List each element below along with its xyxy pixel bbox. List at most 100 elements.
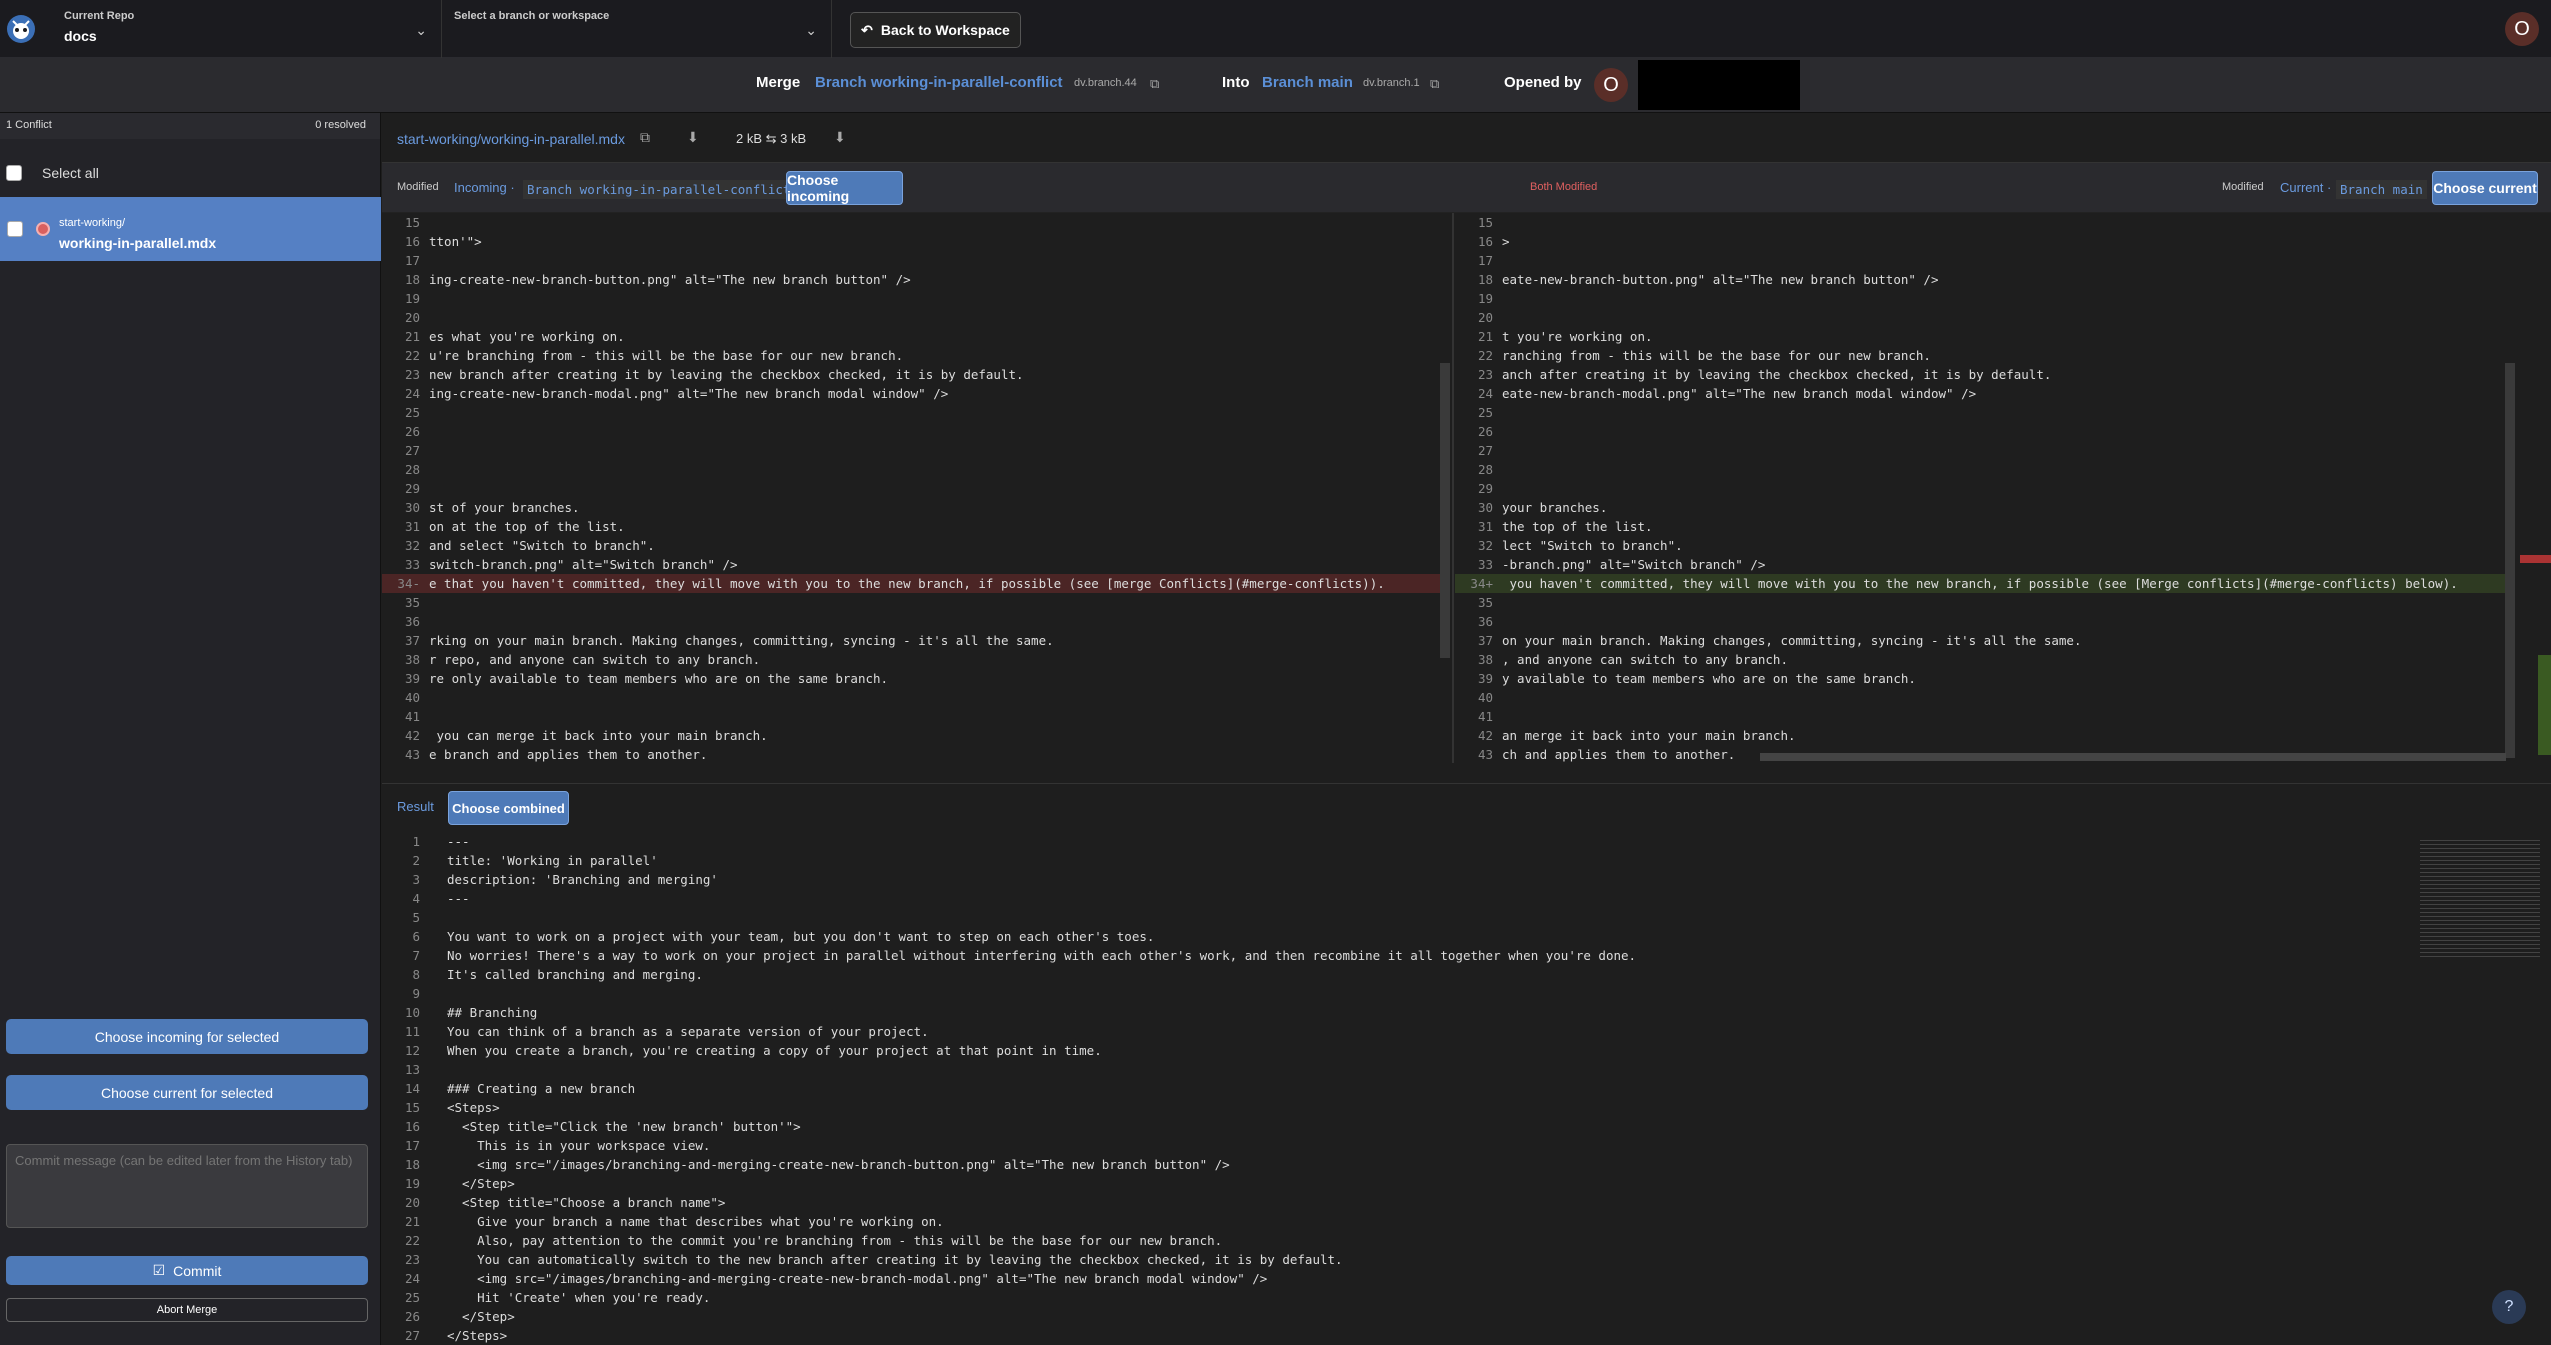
code-line[interactable]: 20 (1455, 308, 2505, 327)
incoming-diff-pane[interactable]: 15 16 tton'"> 17 18 ing-create-new-branch-but… (382, 213, 1440, 763)
code-line[interactable]: 41 (382, 707, 1440, 726)
code-line[interactable]: 15 (1455, 213, 2505, 232)
copy-icon[interactable]: ⧉ (640, 129, 650, 146)
code-line[interactable]: 43 e branch and applies them to another. (382, 745, 1440, 763)
code-line[interactable]: 12 When you create a branch, you're creat… (382, 1041, 2551, 1060)
code-line[interactable]: 35 (382, 593, 1440, 612)
code-line[interactable]: 7 No worries! There's a way to work on yo… (382, 946, 2551, 965)
code-line[interactable]: 18 ing-create-new-branch-button.png" alt=… (382, 270, 1440, 289)
code-line[interactable]: 17 (382, 251, 1440, 270)
download-icon[interactable]: ⬇ (687, 129, 699, 146)
code-line[interactable]: 27 (1455, 441, 2505, 460)
code-line[interactable]: 26 </Step> (382, 1307, 2551, 1326)
code-line[interactable]: 4 --- (382, 889, 2551, 908)
code-line[interactable]: 15 (382, 213, 1440, 232)
code-line[interactable]: 5 (382, 908, 2551, 927)
code-line[interactable]: 3 description: 'Branching and merging' (382, 870, 2551, 889)
code-line[interactable]: 42 you can merge it back into your main … (382, 726, 1440, 745)
repo-selector[interactable]: Current Repo docs ⌄ (52, 0, 442, 58)
code-line[interactable]: 21 es what you're working on. (382, 327, 1440, 346)
select-all-row[interactable]: Select all (6, 165, 99, 181)
file-checkbox[interactable] (7, 221, 23, 237)
choose-current-button[interactable]: Choose current (2432, 171, 2538, 205)
code-line[interactable]: 23 You can automatically switch to the n… (382, 1250, 2551, 1269)
code-line[interactable]: 42 an merge it back into your main branch… (1455, 726, 2505, 745)
choose-incoming-button[interactable]: Choose incoming (786, 171, 903, 205)
code-line[interactable]: 32 lect "Switch to branch". (1455, 536, 2505, 555)
code-line[interactable]: 18 <img src="/images/branching-and-mergi… (382, 1155, 2551, 1174)
code-line[interactable]: 23 anch after creating it by leaving the … (1455, 365, 2505, 384)
code-line[interactable]: 28 (382, 460, 1440, 479)
conflict-file-item[interactable]: start-working/ working-in-parallel.mdx (0, 197, 381, 261)
code-line[interactable]: 24 <img src="/images/branching-and-mergi… (382, 1269, 2551, 1288)
from-branch-link[interactable]: Branch working-in-parallel-conflict (815, 74, 1063, 91)
code-line[interactable]: 33 switch-branch.png" alt="Switch branch"… (382, 555, 1440, 574)
select-all-checkbox[interactable] (6, 165, 22, 181)
code-line[interactable]: 20 (382, 308, 1440, 327)
code-line[interactable]: 21 t you're working on. (1455, 327, 2505, 346)
editor-minimap[interactable] (2420, 840, 2540, 960)
code-line[interactable]: 40 (1455, 688, 2505, 707)
app-logo-icon[interactable] (0, 8, 42, 50)
abort-merge-button[interactable]: Abort Merge (6, 1298, 368, 1322)
commit-button[interactable]: ☑ Commit (6, 1256, 368, 1285)
code-line[interactable]: 17 This is in your workspace view. (382, 1136, 2551, 1155)
code-line[interactable]: 30 st of your branches. (382, 498, 1440, 517)
code-line[interactable]: 24 eate-new-branch-modal.png" alt="The ne… (1455, 384, 2505, 403)
right-pane-scrollbar[interactable] (2505, 363, 2515, 758)
code-line[interactable]: 26 (1455, 422, 2505, 441)
code-line[interactable]: 25 (1455, 403, 2505, 422)
code-line[interactable]: 41 (1455, 707, 2505, 726)
code-line[interactable]: 22 u're branching from - this will be the… (382, 346, 1440, 365)
copy-icon[interactable]: ⧉ (1150, 76, 1159, 92)
code-line[interactable]: 17 (1455, 251, 2505, 270)
code-line[interactable]: 36 (382, 612, 1440, 631)
code-line[interactable]: 21 Give your branch a name that describe… (382, 1212, 2551, 1231)
code-line[interactable]: 38 , and anyone can switch to any branch. (1455, 650, 2505, 669)
code-line[interactable]: 1 --- (382, 832, 2551, 851)
code-line[interactable]: 27 (382, 441, 1440, 460)
code-line[interactable]: 13 (382, 1060, 2551, 1079)
code-line[interactable]: 16 > (1455, 232, 2505, 251)
tab-result[interactable]: Result (397, 799, 434, 814)
choose-current-for-selected-button[interactable]: Choose current for selected (6, 1075, 368, 1110)
code-line[interactable]: 20 <Step title="Choose a branch name"> (382, 1193, 2551, 1212)
code-line[interactable]: 38 r repo, and anyone can switch to any b… (382, 650, 1440, 669)
branch-selector[interactable]: Select a branch or workspace ⌄ (442, 0, 832, 58)
code-line[interactable]: 9 (382, 984, 2551, 1003)
copy-icon[interactable]: ⧉ (1430, 76, 1439, 92)
code-line[interactable]: 25 Hit 'Create' when you're ready. (382, 1288, 2551, 1307)
result-editor[interactable]: 1 --- 2 title: 'Working in parallel' 3 descri… (382, 831, 2551, 1345)
code-line[interactable]: 26 (382, 422, 1440, 441)
code-line[interactable]: 30 your branches. (1455, 498, 2505, 517)
code-line[interactable]: 36 (1455, 612, 2505, 631)
code-line[interactable]: 19 </Step> (382, 1174, 2551, 1193)
code-line[interactable]: 19 (382, 289, 1440, 308)
user-avatar[interactable]: O (2505, 12, 2539, 46)
choose-combined-button[interactable]: Choose combined (448, 791, 569, 825)
code-line[interactable]: 10 ## Branching (382, 1003, 2551, 1022)
code-line[interactable]: 19 (1455, 289, 2505, 308)
code-line[interactable]: 33 -branch.png" alt="Switch branch" /> (1455, 555, 2505, 574)
code-line[interactable]: 37 on your main branch. Making changes, c… (1455, 631, 2505, 650)
current-diff-pane[interactable]: 15 16 >17 18 eate-new-branch-button.png" alt… (1455, 213, 2505, 763)
code-line[interactable]: 16 <Step title="Click the 'new branch' b… (382, 1117, 2551, 1136)
choose-incoming-for-selected-button[interactable]: Choose incoming for selected (6, 1019, 368, 1054)
code-line[interactable]: 23 new branch after creating it by leavin… (382, 365, 1440, 384)
code-line[interactable]: 25 (382, 403, 1440, 422)
code-line[interactable]: 37 rking on your main branch. Making chan… (382, 631, 1440, 650)
code-line[interactable]: 22 ranching from - this will be the base … (1455, 346, 2505, 365)
code-line[interactable]: 22 Also, pay attention to the commit you… (382, 1231, 2551, 1250)
code-line[interactable]: 31 the top of the list. (1455, 517, 2505, 536)
code-line[interactable]: 18 eate-new-branch-button.png" alt="The n… (1455, 270, 2505, 289)
code-line[interactable]: 29 (382, 479, 1440, 498)
code-line[interactable]: 24 ing-create-new-branch-modal.png" alt="… (382, 384, 1440, 403)
code-line[interactable]: 34+ you haven't committed, they will mov… (1455, 574, 2505, 593)
code-line[interactable]: 39 y available to team members who are on… (1455, 669, 2505, 688)
download-icon[interactable]: ⬇ (834, 129, 846, 146)
code-line[interactable]: 15 <Steps> (382, 1098, 2551, 1117)
code-line[interactable]: 34- e that you haven't committed, they wi… (382, 574, 1440, 593)
code-line[interactable]: 6 You want to work on a project with your… (382, 927, 2551, 946)
code-line[interactable]: 32 and select "Switch to branch". (382, 536, 1440, 555)
code-line[interactable]: 31 on at the top of the list. (382, 517, 1440, 536)
